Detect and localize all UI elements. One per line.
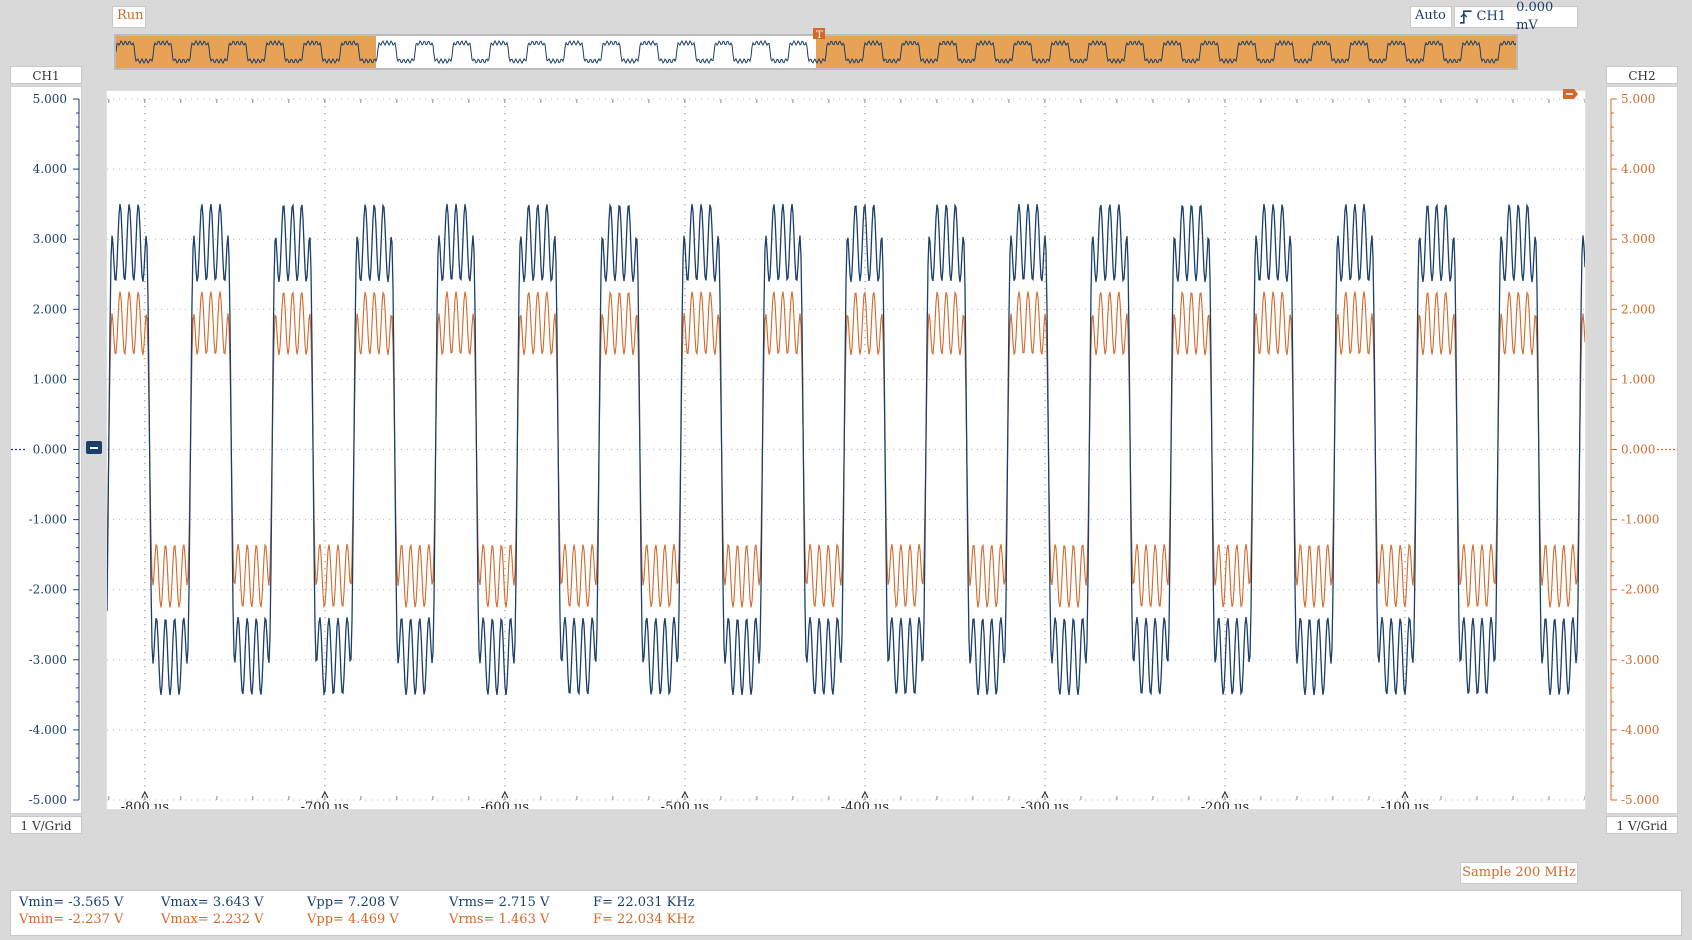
x-tick-label: -200 us xyxy=(1201,800,1249,809)
ch2-vmax: Vmax= 2.232 V xyxy=(161,912,264,927)
ch1-scale-column: 5.000 4.000 3.000 2.000 1.000 0.000 -1.000 -2.0… xyxy=(10,86,82,814)
x-tick-label: -600 us xyxy=(481,800,529,809)
ch2-position-marker[interactable] xyxy=(1562,88,1580,102)
ch1-offset-marker[interactable] xyxy=(86,440,104,456)
x-tick-label: -500 us xyxy=(661,800,709,809)
trigger-level: 0.000 mV xyxy=(1516,0,1554,33)
ch1-scale-label[interactable]: 1 V/Grid xyxy=(10,816,82,834)
x-tick-label: -700 us xyxy=(301,800,349,809)
ch2-scale-column: 5.000 4.000 3.000 2.000 1.000 0.000 -1.000 -2.0… xyxy=(1606,86,1678,814)
y-tick-label: -3.000 xyxy=(1621,653,1659,667)
y-tick-label: -1.000 xyxy=(29,513,67,527)
ch2-vrms: Vrms= 1.463 V xyxy=(449,912,550,927)
sample-rate-badge[interactable]: Sample 200 MHz xyxy=(1460,862,1578,884)
y-tick-label: 4.000 xyxy=(33,162,67,176)
y-tick-label: 0.000 xyxy=(1621,443,1655,457)
y-tick-label: -2.000 xyxy=(1621,583,1659,597)
waveform-canvas: -800 us -700 us -600 us -500 us -400 us -300 … xyxy=(106,98,1586,815)
ch2-frequency: F= 22.034 KHz xyxy=(593,912,695,927)
y-tick-label: 1.000 xyxy=(33,372,67,386)
y-tick-label: -4.000 xyxy=(29,723,67,737)
y-tick-label: 1.000 xyxy=(1621,372,1655,386)
ch2-scale-label[interactable]: 1 V/Grid xyxy=(1606,816,1678,834)
rising-edge-icon xyxy=(1459,10,1472,24)
measurement-panel: Vmin= -3.565 V Vmin= -2.237 V Vmax= 3.64… xyxy=(10,890,1682,936)
ch1-header[interactable]: CH1 xyxy=(10,66,82,84)
waveform-overview-bar[interactable]: T xyxy=(114,28,1518,70)
trigger-mode-label: Auto xyxy=(1415,8,1446,23)
y-tick-label: 3.000 xyxy=(1621,232,1655,246)
ch2-vpp: Vpp= 4.469 V xyxy=(307,912,399,927)
y-tick-label: 5.000 xyxy=(1621,92,1655,106)
run-status-button[interactable]: Run xyxy=(112,6,146,28)
x-tick-label: -300 us xyxy=(1021,800,1069,809)
y-tick-label: 2.000 xyxy=(33,302,67,316)
waveform-plot[interactable]: -800 us -700 us -600 us -500 us -400 us -300 … xyxy=(106,90,1586,815)
ch1-frequency: F= 22.031 KHz xyxy=(593,895,695,910)
y-tick-label: -2.000 xyxy=(29,583,67,597)
ch1-vpp: Vpp= 7.208 V xyxy=(307,895,399,910)
x-tick-label: -400 us xyxy=(841,800,889,809)
y-tick-label: 5.000 xyxy=(33,92,67,106)
y-tick-label: 4.000 xyxy=(1621,162,1655,176)
ch1-vrms: Vrms= 2.715 V xyxy=(449,895,550,910)
ch2-vmin: Vmin= -2.237 V xyxy=(19,912,124,927)
y-tick-label: 0.000 xyxy=(33,443,67,457)
ch2-header[interactable]: CH2 xyxy=(1606,66,1678,84)
trigger-settings[interactable]: CH1 0.000 mV xyxy=(1454,0,1578,33)
svg-text:T: T xyxy=(816,30,823,41)
trigger-channel: CH1 xyxy=(1476,9,1507,24)
y-tick-label: 3.000 xyxy=(33,232,67,246)
y-tick-label: -5.000 xyxy=(29,793,67,807)
trigger-mode-button[interactable]: Auto xyxy=(1410,6,1452,28)
y-tick-label: 2.000 xyxy=(1621,302,1655,316)
x-tick-label: -100 us xyxy=(1381,800,1429,809)
trigger-position-marker[interactable]: T xyxy=(812,28,826,42)
ch1-vmin: Vmin= -3.565 V xyxy=(19,895,124,910)
ch1-vmax: Vmax= 3.643 V xyxy=(161,895,264,910)
run-label: Run xyxy=(117,8,144,23)
y-tick-label: -4.000 xyxy=(1621,723,1659,737)
y-tick-label: -5.000 xyxy=(1621,793,1659,807)
y-tick-label: -1.000 xyxy=(1621,513,1659,527)
y-tick-label: -3.000 xyxy=(29,653,67,667)
x-tick-label: -800 us xyxy=(121,800,169,809)
